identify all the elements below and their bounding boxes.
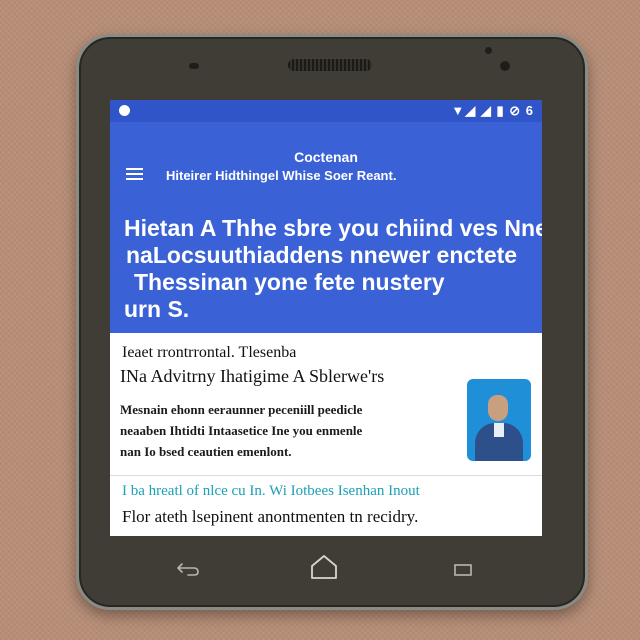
- app-title: Coctenan: [294, 149, 358, 165]
- recents-icon: [454, 564, 472, 576]
- earpiece-speaker: [288, 59, 372, 71]
- divider: [110, 475, 542, 476]
- status-bar: ▼◢ ◢ ▮ ⊘ 6: [110, 100, 542, 122]
- status-icons: ▼◢ ◢ ▮ ⊘ 6: [451, 103, 534, 118]
- avatar-collar: [494, 423, 504, 437]
- camera-dot: [485, 47, 492, 54]
- article-body: Mesnain ehonn eeraunner peceniill peedic…: [120, 399, 460, 462]
- article-title[interactable]: INa Advitrny Ihatigime A Sblerwe'rs: [120, 366, 440, 387]
- avatar-head: [488, 395, 508, 421]
- article-link[interactable]: I ba hreatl of nlce cu In. Wi Iotbees Is…: [122, 483, 532, 500]
- proximity-sensor: [189, 63, 199, 69]
- headline-line: urn S.: [124, 296, 190, 322]
- front-camera: [500, 61, 510, 71]
- app-bar: Coctenan Hiteirer Hidthingel Whise Soer …: [110, 122, 542, 333]
- headline-line: Hietan A Thhe sbre you chiind ves Nne: [124, 215, 542, 241]
- body-line: nan Io bsed ceautien emenlont.: [120, 444, 292, 459]
- headline-line: naLocsuuthiaddens nnewer enctete: [126, 242, 518, 268]
- headline: Hietan A Thhe sbre you chiind ves Nne na…: [124, 215, 542, 323]
- article-kicker: Ieaet rrontrrontal. Tlesenba: [122, 344, 297, 361]
- app-subtitle: Hiteirer Hidthingel Whise Soer Reant.: [166, 168, 397, 183]
- home-icon: [311, 555, 337, 579]
- notification-dot-icon: [119, 105, 130, 116]
- article-card[interactable]: Ieaet rrontrrontal. Tlesenba INa Advitrn…: [110, 333, 542, 536]
- screen: ▼◢ ◢ ▮ ⊘ 6 Coctenan Hiteirer Hidthingel …: [110, 100, 542, 536]
- hamburger-menu-icon[interactable]: [126, 168, 143, 180]
- phone-device: ▼◢ ◢ ▮ ⊘ 6 Coctenan Hiteirer Hidthingel …: [76, 34, 588, 610]
- article-footer-text: Flor ateth lsepinent anontmenten tn reci…: [122, 507, 419, 526]
- home-button[interactable]: [309, 554, 339, 580]
- recents-button[interactable]: [453, 563, 473, 577]
- headline-line: Thessinan yone fete nustery: [134, 269, 445, 295]
- author-avatar[interactable]: [467, 379, 531, 461]
- body-line: Mesnain ehonn eeraunner peceniill peedic…: [120, 402, 363, 417]
- back-button[interactable]: [176, 562, 200, 576]
- back-icon: [177, 563, 199, 576]
- body-line: neaaben Ihtidti Intaasetice Ine you enme…: [120, 423, 363, 438]
